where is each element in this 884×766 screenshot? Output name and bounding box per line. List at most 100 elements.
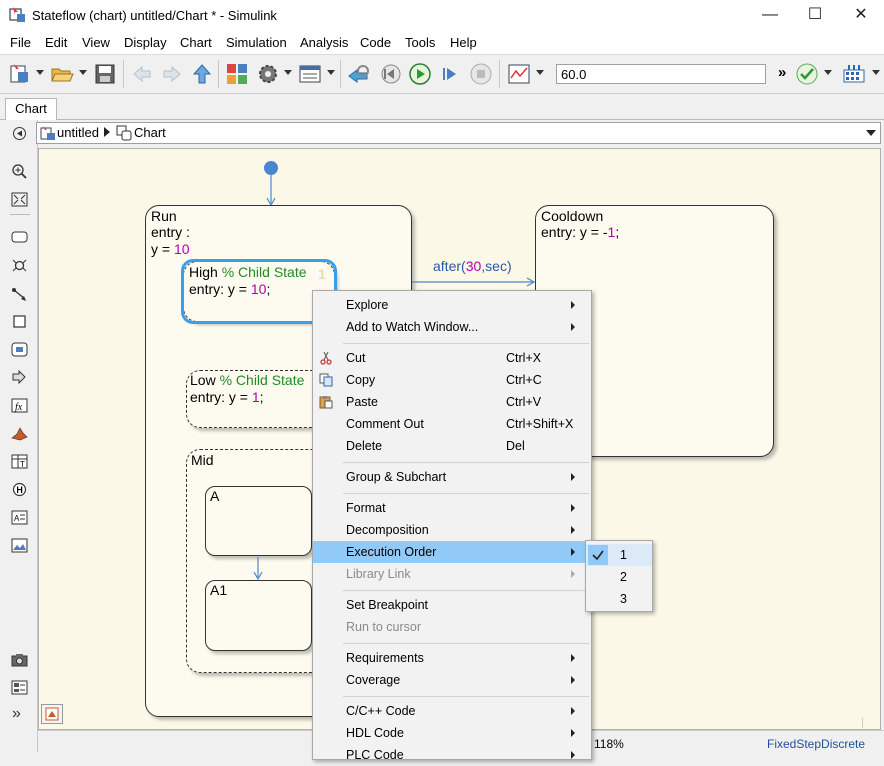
- chevron-down-icon[interactable]: [872, 70, 880, 75]
- history-junction-tool-icon[interactable]: H: [11, 482, 28, 497]
- property-inspector-icon[interactable]: [11, 680, 28, 695]
- truth-table-tool-icon[interactable]: T: [11, 454, 28, 469]
- chevron-right-icon: [571, 751, 575, 759]
- tab-chart[interactable]: Chart: [5, 98, 57, 120]
- menu-analysis[interactable]: Analysis: [300, 35, 348, 50]
- transition-a-to-a1[interactable]: [252, 557, 264, 581]
- menu-item-plc-code[interactable]: PLC Code: [313, 744, 591, 766]
- breadcrumb-model[interactable]: untitled: [57, 125, 99, 140]
- stop-icon[interactable]: [469, 62, 493, 86]
- toolbar-separator: [499, 60, 500, 88]
- matlab-function-tool-icon[interactable]: [11, 426, 28, 441]
- new-model-icon[interactable]: [8, 62, 32, 86]
- default-transition[interactable]: [262, 160, 280, 208]
- submenu-item-2[interactable]: 2: [586, 566, 652, 588]
- state-a[interactable]: [205, 486, 312, 556]
- menu-item-add-to-watch[interactable]: Add to Watch Window...: [313, 316, 591, 338]
- chevron-down-icon[interactable]: [866, 130, 876, 136]
- model-explorer-icon[interactable]: [298, 62, 322, 86]
- save-icon[interactable]: [93, 62, 117, 86]
- fit-to-view-icon[interactable]: [11, 192, 28, 207]
- graphical-function-tool-icon[interactable]: fx: [11, 398, 28, 413]
- forward-arrow-icon[interactable]: [160, 62, 184, 86]
- breadcrumb-chart[interactable]: Chart: [134, 125, 166, 140]
- menu-simulation[interactable]: Simulation: [226, 35, 287, 50]
- submenu-item-1[interactable]: 1: [586, 544, 652, 566]
- maximize-button[interactable]: ☐: [792, 0, 838, 32]
- chevron-down-icon[interactable]: [327, 70, 335, 75]
- image-tool-icon[interactable]: [11, 538, 28, 553]
- expand-palette-icon[interactable]: »: [12, 705, 21, 723]
- menu-item-group-subchart[interactable]: Group & Subchart: [313, 466, 591, 488]
- scope-icon[interactable]: [507, 62, 531, 86]
- run-icon[interactable]: [408, 62, 432, 86]
- gear-icon[interactable]: [256, 62, 280, 86]
- transition-label[interactable]: after(30,sec): [433, 258, 512, 274]
- transition-run-to-cooldown[interactable]: [412, 274, 536, 288]
- default-transition-tool-icon[interactable]: [11, 287, 28, 302]
- resize-grip[interactable]: [862, 718, 880, 728]
- step-back-icon[interactable]: [378, 62, 402, 86]
- menu-item-run-to-cursor: Run to cursor: [346, 620, 422, 634]
- menu-help[interactable]: Help: [450, 35, 477, 50]
- junction-tool-icon[interactable]: [11, 258, 28, 273]
- solver-link[interactable]: FixedStepDiscrete: [767, 737, 865, 751]
- menu-file[interactable]: File: [10, 35, 31, 50]
- model-advisor-check-icon[interactable]: [795, 62, 819, 86]
- zoom-in-icon[interactable]: [11, 164, 28, 179]
- menu-tools[interactable]: Tools: [405, 35, 435, 50]
- menu-item-cpp-code[interactable]: C/C++ Code: [313, 700, 591, 722]
- menu-view[interactable]: View: [82, 35, 110, 50]
- chevron-down-icon[interactable]: [824, 70, 832, 75]
- toolbar-overflow-button[interactable]: »: [778, 64, 786, 81]
- menu-item-decomposition[interactable]: Decomposition: [313, 519, 591, 541]
- menu-display[interactable]: Display: [124, 35, 167, 50]
- menu-item-comment-out[interactable]: Comment Out Ctrl+Shift+X: [313, 413, 591, 435]
- submenu-item-3[interactable]: 3: [586, 588, 652, 610]
- stop-time-input[interactable]: [556, 64, 766, 84]
- camera-icon[interactable]: [11, 652, 28, 667]
- model-browser-icon: [45, 707, 59, 721]
- menu-item-cut[interactable]: Cut Ctrl+X: [313, 347, 591, 369]
- menu-item-hdl-code[interactable]: HDL Code: [313, 722, 591, 744]
- back-arrow-icon[interactable]: [130, 62, 154, 86]
- simulink-state-tool-icon[interactable]: [11, 342, 28, 357]
- menu-item-set-breakpoint[interactable]: Set Breakpoint: [313, 594, 591, 616]
- scissors-icon: [320, 351, 332, 365]
- menu-item-explore[interactable]: Explore: [313, 294, 591, 316]
- open-folder-icon[interactable]: [50, 62, 74, 86]
- chevron-right-icon: [571, 504, 575, 512]
- menu-item-execution-order[interactable]: Execution Order: [313, 541, 591, 563]
- menu-item-copy[interactable]: Copy Ctrl+C: [313, 369, 591, 391]
- state-tool-icon[interactable]: [11, 230, 28, 245]
- menu-edit[interactable]: Edit: [45, 35, 67, 50]
- menu-item-paste[interactable]: Paste Ctrl+V: [313, 391, 591, 413]
- chevron-down-icon[interactable]: [284, 70, 292, 75]
- simulink-function-tool-icon[interactable]: [11, 370, 28, 385]
- build-grid-icon[interactable]: [842, 62, 866, 86]
- close-button[interactable]: ✕: [838, 0, 884, 32]
- chevron-down-icon[interactable]: [79, 70, 87, 75]
- menu-code[interactable]: Code: [360, 35, 391, 50]
- minimize-button[interactable]: —: [747, 0, 793, 32]
- step-forward-icon[interactable]: [438, 62, 462, 86]
- box-tool-icon[interactable]: [11, 314, 28, 329]
- chevron-down-icon[interactable]: [536, 70, 544, 75]
- chevron-down-icon[interactable]: [36, 70, 44, 75]
- menu-item-format[interactable]: Format: [313, 497, 591, 519]
- hide-explorer-icon[interactable]: [11, 126, 28, 141]
- menu-item-delete[interactable]: Delete Del: [313, 435, 591, 457]
- menu-item-requirements[interactable]: Requirements: [313, 647, 591, 669]
- up-arrow-icon[interactable]: [190, 62, 214, 86]
- menu-bar: File Edit View Display Chart Simulation …: [0, 32, 884, 54]
- library-browser-icon[interactable]: [225, 62, 249, 86]
- state-cooldown-name: Cooldown: [541, 208, 604, 224]
- title-bar: Stateflow (chart) untitled/Chart * - Sim…: [0, 0, 884, 32]
- explorer-bar-button[interactable]: [41, 704, 63, 724]
- menu-item-coverage[interactable]: Coverage: [313, 669, 591, 691]
- update-diagram-icon[interactable]: [346, 62, 370, 86]
- window-title: Stateflow (chart) untitled/Chart * - Sim…: [32, 8, 277, 23]
- context-menu: Explore Add to Watch Window... Cut Ctrl+X…: [312, 290, 592, 762]
- annotation-tool-icon[interactable]: A: [11, 510, 28, 525]
- menu-chart[interactable]: Chart: [180, 35, 212, 50]
